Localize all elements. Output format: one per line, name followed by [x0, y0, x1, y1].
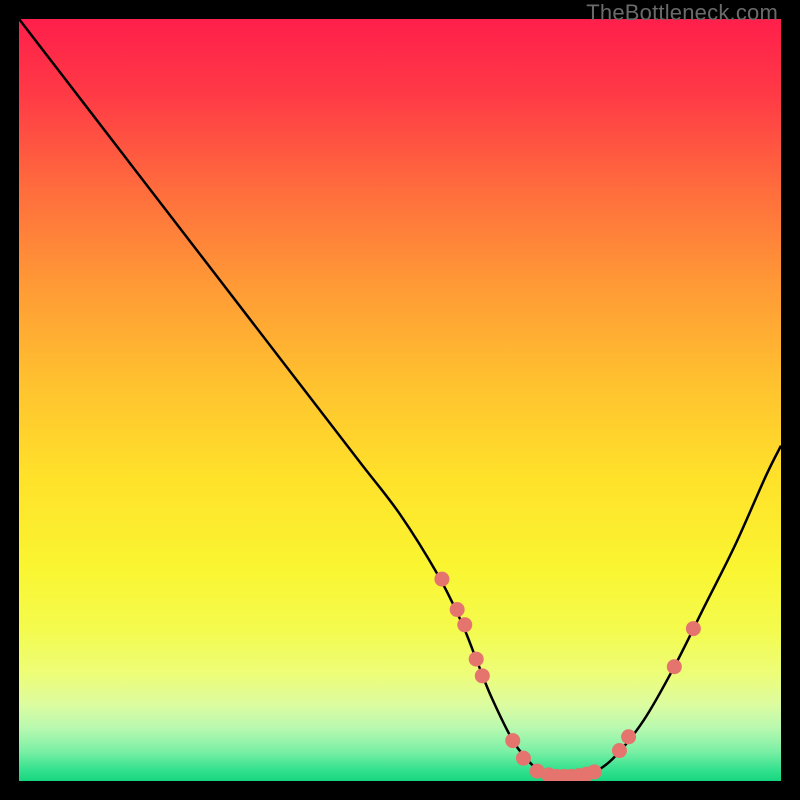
data-marker [621, 729, 636, 744]
data-marker [475, 668, 490, 683]
data-marker [457, 617, 472, 632]
data-marker [667, 659, 682, 674]
data-marker [469, 652, 484, 667]
chart-frame [19, 19, 781, 781]
data-marker [612, 743, 627, 758]
chart-svg [19, 19, 781, 781]
data-marker [450, 602, 465, 617]
data-marker [587, 764, 602, 779]
data-marker [434, 572, 449, 587]
watermark-text: TheBottleneck.com [586, 0, 778, 26]
data-marker [516, 751, 531, 766]
data-marker [505, 733, 520, 748]
data-marker [686, 621, 701, 636]
gradient-background [19, 19, 781, 781]
